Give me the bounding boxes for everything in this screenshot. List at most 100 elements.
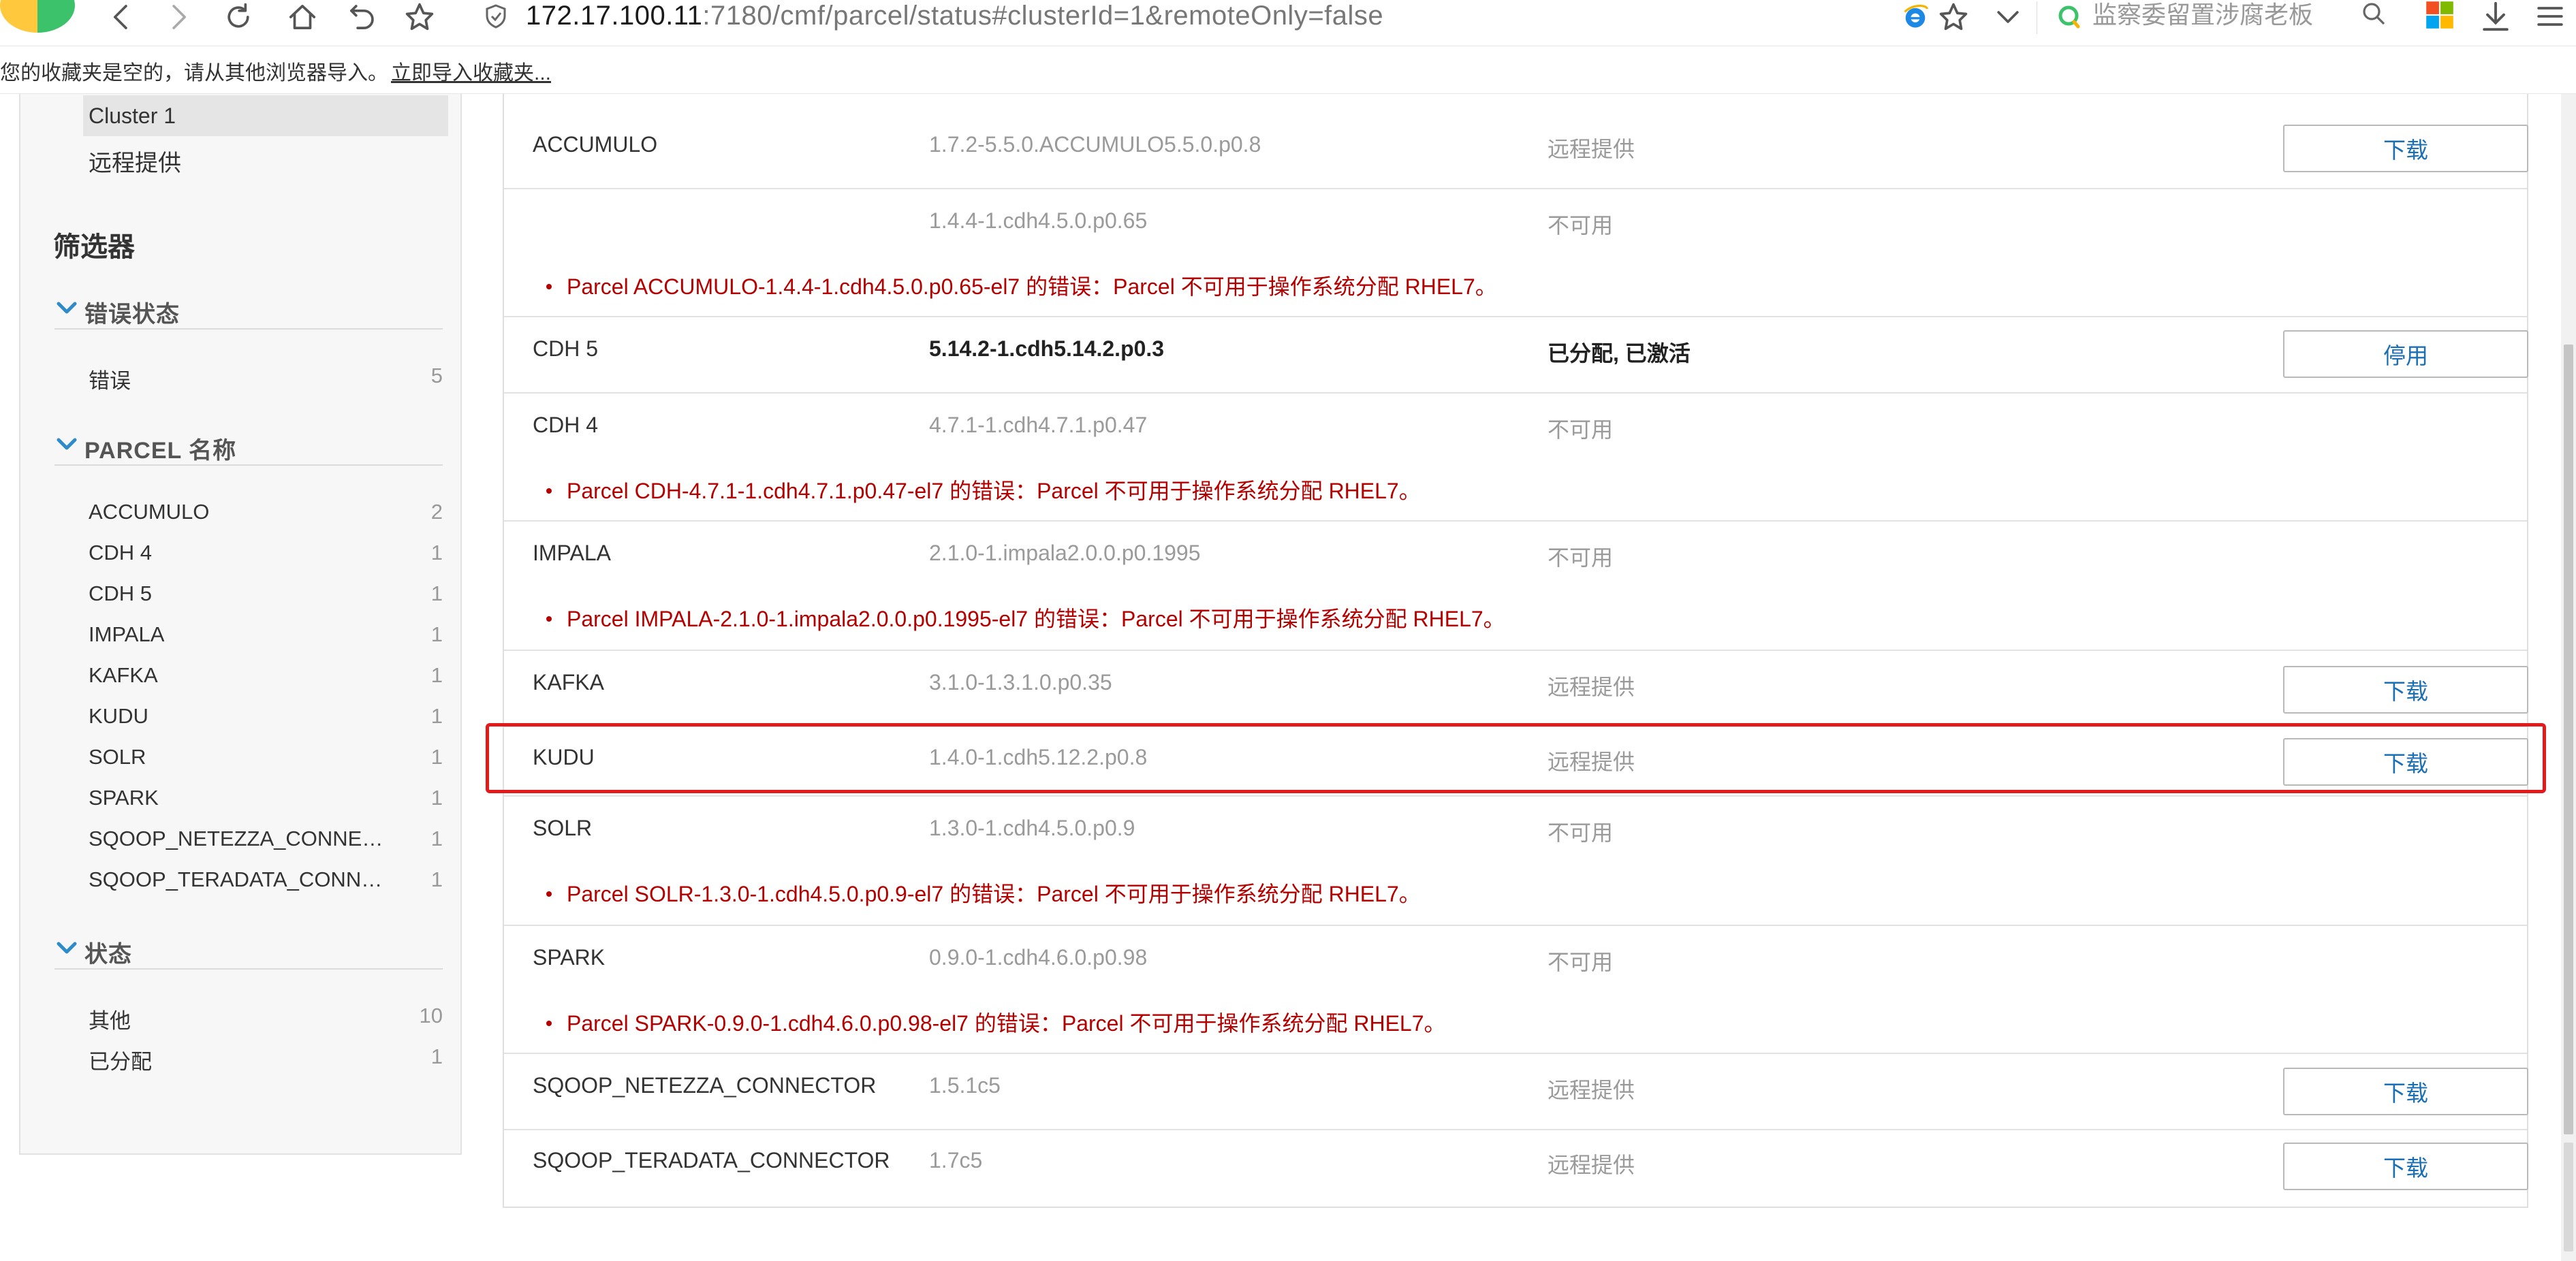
url-text[interactable]: 172.17.100.11:7180/cmf/parcel/status#clu… bbox=[526, 0, 1383, 31]
download-button[interactable]: 下载 bbox=[2283, 125, 2528, 172]
parcel-name: SQOOP_TERADATA_CONNECTOR bbox=[533, 1148, 890, 1172]
parcel-name: SQOOP_NETEZZA_CONNECTOR bbox=[533, 1073, 877, 1098]
parcel-row-impala: IMPALA 2.1.0-1.impala2.0.0.p0.1995 不可用 P… bbox=[504, 522, 2527, 651]
ie-mode-icon[interactable] bbox=[1900, 1, 1930, 31]
bullet-icon bbox=[546, 616, 552, 622]
filter-item-spark[interactable]: SPARK 1 bbox=[89, 779, 443, 817]
parcel-row-accumulo: ACCUMULO 1.7.2-5.5.0.ACCUMULO5.5.0.p0.8 … bbox=[504, 113, 2528, 189]
back-icon[interactable] bbox=[101, 0, 142, 34]
undo-icon[interactable] bbox=[342, 0, 383, 34]
filter-item-count: 1 bbox=[430, 786, 443, 810]
filter-item-accumulo[interactable]: ACCUMULO 2 bbox=[89, 493, 443, 531]
parcel-error-message: Parcel IMPALA-2.1.0-1.impala2.0.0.p0.199… bbox=[546, 602, 1505, 633]
filter-item-count: 1 bbox=[430, 581, 443, 605]
parcel-row-cdh4: CDH 4 4.7.1-1.cdh4.7.1.p0.47 不可用 Parcel … bbox=[504, 394, 2527, 522]
parcel-status: 已分配, 已激活 bbox=[1548, 341, 1691, 366]
parcel-version: 1.7.2-5.5.0.ACCUMULO5.5.0.p0.8 bbox=[929, 132, 1261, 157]
shield-icon bbox=[482, 3, 509, 30]
download-button[interactable]: 下载 bbox=[2283, 1143, 2528, 1190]
filter-item-label: SQOOP_TERADATA_CONNECTOR bbox=[89, 867, 395, 891]
filter-item-label: CDH 4 bbox=[89, 541, 153, 564]
filter-item-kafka[interactable]: KAFKA 1 bbox=[89, 656, 443, 695]
search-engine-icon bbox=[2056, 3, 2083, 30]
filter-item-other[interactable]: 其他 10 bbox=[89, 997, 443, 1035]
error-text: Parcel ACCUMULO-1.4.4-1.cdh4.5.0.p0.65-e… bbox=[567, 274, 1497, 299]
filter-item-label: 错误 bbox=[89, 369, 131, 393]
refresh-icon[interactable] bbox=[218, 0, 259, 34]
filter-item-distributed[interactable]: 已分配 1 bbox=[89, 1038, 443, 1076]
search-placeholder: 监察委留置涉腐老板 bbox=[2092, 1, 2314, 29]
filter-item-sqoop-teradata[interactable]: SQOOP_TERADATA_CONNECTOR 1 bbox=[89, 861, 443, 899]
filter-item-sqoop-netezza[interactable]: SQOOP_NETEZZA_CONNECTOR 1 bbox=[89, 820, 443, 858]
parcel-status: 远程提供 bbox=[1548, 137, 1635, 161]
parcel-version: 4.7.1-1.cdh4.7.1.p0.47 bbox=[929, 413, 1148, 437]
parcel-row-spark: SPARK 0.9.0-1.cdh4.6.0.p0.98 不可用 Parcel … bbox=[504, 926, 2527, 1054]
download-button[interactable]: 下载 bbox=[2283, 738, 2528, 786]
filter-item-cdh4[interactable]: CDH 4 1 bbox=[89, 534, 443, 572]
star-icon[interactable] bbox=[399, 0, 440, 34]
apps-icon[interactable] bbox=[2425, 0, 2455, 30]
filter-item-count: 10 bbox=[419, 1004, 443, 1027]
parcel-status: 不可用 bbox=[1548, 950, 1614, 974]
parcel-name: ACCUMULO bbox=[533, 132, 658, 157]
filter-title: 筛选器 bbox=[53, 232, 135, 262]
url-host: 172.17.100.11 bbox=[526, 1, 703, 31]
filter-item-label: SOLR bbox=[89, 745, 146, 769]
filter-item-label: 其他 bbox=[89, 1009, 131, 1033]
download-button[interactable]: 下载 bbox=[2283, 1068, 2528, 1115]
filter-item-cdh5[interactable]: CDH 5 1 bbox=[89, 575, 443, 613]
parcel-version: 2.1.0-1.impala2.0.0.p0.1995 bbox=[929, 541, 1201, 565]
favorite-star-icon[interactable] bbox=[1933, 0, 1974, 34]
filter-item-label: KAFKA bbox=[89, 663, 158, 687]
filter-item-solr[interactable]: SOLR 1 bbox=[89, 738, 443, 776]
scrollbar-track-lower[interactable] bbox=[2564, 1143, 2573, 1251]
filter-item-label: IMPALA bbox=[89, 622, 165, 646]
address-bar[interactable]: 172.17.100.11:7180/cmf/parcel/status#clu… bbox=[477, 0, 2002, 34]
cluster-label[interactable]: Cluster 1 bbox=[89, 103, 176, 129]
parcel-version: 3.1.0-1.3.1.0.p0.35 bbox=[929, 670, 1112, 695]
parcel-name: SOLR bbox=[533, 816, 593, 840]
filter-item-error[interactable]: 错误 5 bbox=[89, 357, 443, 395]
filter-item-count: 1 bbox=[430, 745, 443, 769]
filter-item-label: SQOOP_NETEZZA_CONNECTOR bbox=[89, 827, 395, 850]
forward-icon[interactable] bbox=[158, 0, 199, 34]
parcel-version: 1.3.0-1.cdh4.5.0.p0.9 bbox=[929, 816, 1135, 840]
section-error-state[interactable]: 错误状态 bbox=[54, 290, 443, 330]
parcel-version: 1.7c5 bbox=[929, 1148, 983, 1172]
download-icon[interactable] bbox=[2479, 0, 2520, 34]
deactivate-button[interactable]: 停用 bbox=[2283, 330, 2528, 378]
parcel-row-accumulo-old: 1.4.4-1.cdh4.5.0.p0.65 不可用 Parcel ACCUMU… bbox=[504, 189, 2527, 317]
address-dropdown-icon[interactable] bbox=[1988, 0, 2028, 34]
filter-item-kudu[interactable]: KUDU 1 bbox=[89, 697, 443, 735]
filter-item-count: 1 bbox=[430, 1044, 443, 1068]
download-button[interactable]: 下载 bbox=[2283, 666, 2528, 714]
error-text: Parcel IMPALA-2.1.0-1.impala2.0.0.p0.199… bbox=[567, 607, 1505, 631]
scrollbar-thumb[interactable] bbox=[2564, 345, 2573, 1134]
parcel-table: ACCUMULO 1.7.2-5.5.0.ACCUMULO5.5.0.p0.8 … bbox=[503, 94, 2528, 1208]
error-text: Parcel SOLR-1.3.0-1.cdh4.5.0.p0.9-el7 的错… bbox=[567, 882, 1421, 906]
parcel-name: CDH 4 bbox=[533, 413, 599, 437]
section-title: PARCEL 名称 bbox=[84, 438, 237, 464]
filter-item-count: 1 bbox=[430, 867, 443, 891]
parcel-name: CDH 5 bbox=[533, 336, 599, 361]
sidebar-item-remote[interactable]: 远程提供 bbox=[89, 144, 181, 178]
section-status[interactable]: 状态 bbox=[54, 930, 443, 970]
filter-item-count: 5 bbox=[430, 364, 443, 387]
page-scrollbar[interactable] bbox=[2561, 94, 2576, 1261]
parcel-version: 5.14.2-1.cdh5.14.2.p0.3 bbox=[929, 336, 1165, 361]
search-box[interactable]: 监察委留置涉腐老板 bbox=[2050, 0, 2398, 34]
parcel-row-cdh5: CDH 5 5.14.2-1.cdh5.14.2.p0.3 已分配, 已激活 停… bbox=[504, 317, 2528, 394]
parcel-version: 1.4.4-1.cdh4.5.0.p0.65 bbox=[929, 208, 1148, 233]
menu-icon[interactable] bbox=[2534, 0, 2575, 34]
section-parcel-name[interactable]: PARCEL 名称 bbox=[54, 426, 443, 466]
url-path: :7180/cmf/parcel/status#clusterId=1&remo… bbox=[702, 1, 1384, 31]
parcel-status: 不可用 bbox=[1548, 213, 1614, 238]
filter-item-impala[interactable]: IMPALA 1 bbox=[89, 616, 443, 654]
parcel-name: KAFKA bbox=[533, 670, 604, 695]
filter-item-label: 已分配 bbox=[89, 1050, 152, 1074]
error-text: Parcel SPARK-0.9.0-1.cdh4.6.0.p0.98-el7 … bbox=[567, 1011, 1446, 1036]
search-icon[interactable] bbox=[2360, 0, 2394, 31]
parcel-status: 不可用 bbox=[1548, 820, 1614, 845]
import-bookmarks-link[interactable]: 立即导入收藏夹... bbox=[391, 56, 551, 86]
home-icon[interactable] bbox=[282, 0, 323, 34]
